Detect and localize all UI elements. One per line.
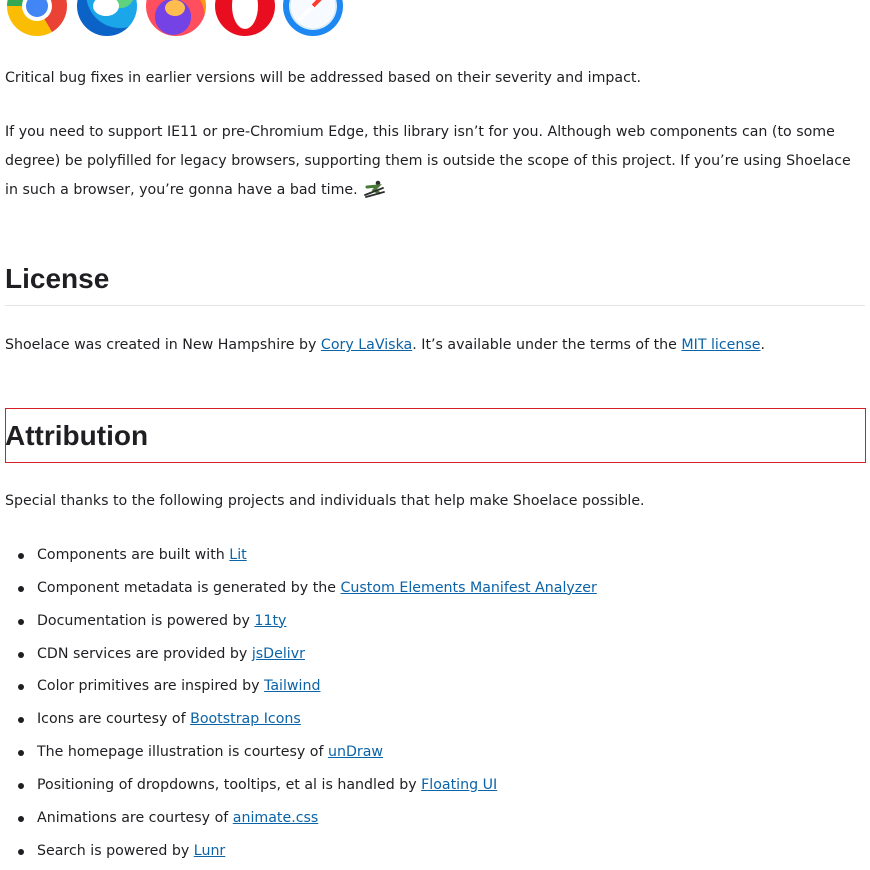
lunr-link[interactable]: Lunr xyxy=(194,843,225,859)
cory-laviska-link[interactable]: Cory LaViska xyxy=(321,337,412,353)
list-item: Search is powered by Lunr xyxy=(5,835,865,868)
legacy-browser-paragraph: If you need to support IE11 or pre-Chrom… xyxy=(5,118,865,205)
chrome-icon xyxy=(7,0,67,36)
bullet-icon xyxy=(18,750,24,757)
list-item: Component metadata is generated by the C… xyxy=(5,572,865,605)
bullet-icon xyxy=(18,618,24,625)
animate-css-link[interactable]: animate.css xyxy=(233,810,319,826)
opera-icon xyxy=(215,0,275,36)
attribution-intro: Special thanks to the following projects… xyxy=(5,493,645,509)
safari-icon xyxy=(283,0,343,36)
list-item: Documentation is powered by 11ty xyxy=(5,605,865,638)
list-item-text: Components are built with xyxy=(37,547,230,563)
bullet-icon xyxy=(18,553,24,559)
custom-elements-manifest-analyzer-link[interactable]: Custom Elements Manifest Analyzer xyxy=(341,580,597,596)
legacy-browser-text: If you need to support IE11 or pre-Chrom… xyxy=(5,124,851,198)
license-text-before: Shoelace was created in New Hampshire by xyxy=(5,337,321,353)
list-item: Color primitives are inspired by Tailwin… xyxy=(5,670,865,703)
jsdelivr-link[interactable]: jsDelivr xyxy=(252,646,305,662)
list-item-text: Animations are courtesy of xyxy=(37,809,233,826)
list-item-text: Documentation is powered by xyxy=(37,612,255,629)
license-heading: License xyxy=(5,265,865,306)
mit-license-link[interactable]: MIT license xyxy=(681,337,760,353)
attribution-list: Components are built with Lit Component … xyxy=(5,539,865,867)
license-text-middle: . It’s available under the terms of the xyxy=(412,337,682,353)
bullet-icon xyxy=(18,848,24,855)
floating-ui-link[interactable]: Floating UI xyxy=(421,777,497,793)
list-item-text: CDN services are provided by xyxy=(37,645,252,662)
skier-icon xyxy=(364,180,386,198)
undraw-link[interactable]: unDraw xyxy=(328,744,383,760)
list-item-text: Positioning of dropdowns, tooltips, et a… xyxy=(37,776,422,793)
list-item: Animations are courtesy of animate.css xyxy=(5,802,865,835)
list-item: Components are built with Lit xyxy=(5,539,865,572)
bullet-icon xyxy=(18,717,24,724)
license-paragraph: Shoelace was created in New Hampshire by… xyxy=(5,331,865,360)
edge-icon xyxy=(77,0,137,36)
bullet-icon xyxy=(18,684,24,691)
list-item: Icons are courtesy of Bootstrap Icons xyxy=(5,703,865,736)
list-item-text: Color primitives are inspired by xyxy=(37,678,265,695)
list-item-text: Search is powered by xyxy=(37,842,194,859)
list-item: The homepage illustration is courtesy of… xyxy=(5,736,865,769)
bullet-icon xyxy=(18,585,24,592)
attribution-heading: Attribution xyxy=(5,420,149,451)
list-item: Positioning of dropdowns, tooltips, et a… xyxy=(5,769,865,802)
critical-fixes-paragraph: Critical bug fixes in earlier versions w… xyxy=(5,70,641,86)
tailwind-link[interactable]: Tailwind xyxy=(264,678,320,694)
list-item-text: Component metadata is generated by the xyxy=(37,579,341,596)
list-item: CDN services are provided by jsDelivr xyxy=(5,638,865,671)
bullet-icon xyxy=(18,815,24,822)
bullet-icon xyxy=(18,651,24,658)
list-item-text: Icons are courtesy of xyxy=(37,711,191,728)
list-item-text: The homepage illustration is courtesy of xyxy=(37,744,328,761)
license-text-after: . xyxy=(760,337,766,353)
11ty-link[interactable]: 11ty xyxy=(254,613,286,629)
bullet-icon xyxy=(18,782,24,789)
firefox-icon xyxy=(146,0,206,36)
lit-link[interactable]: Lit xyxy=(229,547,246,563)
bootstrap-icons-link[interactable]: Bootstrap Icons xyxy=(190,711,301,727)
